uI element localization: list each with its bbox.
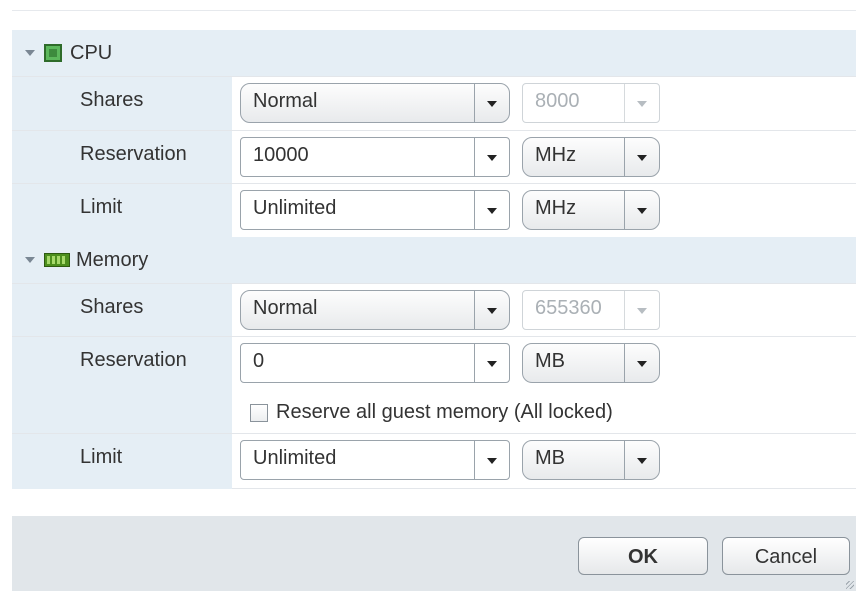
cpu-section-header[interactable]: CPU — [12, 30, 856, 76]
chevron-down-icon[interactable] — [474, 138, 509, 176]
memory-section-header[interactable]: Memory — [12, 237, 856, 283]
cpu-limit-unit-select[interactable]: MHz — [522, 190, 660, 230]
memory-shares-value: Normal — [253, 297, 318, 319]
memory-reservation-row: Reservation 0 MB Reserve all guest memor… — [12, 336, 856, 434]
cpu-shares-number-value: 8000 — [535, 90, 580, 112]
cancel-button[interactable]: Cancel — [722, 537, 850, 575]
cpu-reservation-label: Reservation — [12, 131, 232, 184]
memory-limit-unit: MB — [535, 447, 565, 469]
chevron-down-icon — [624, 84, 659, 122]
memory-shares-number-value: 655360 — [535, 297, 602, 319]
memory-limit-unit-select[interactable]: MB — [522, 440, 660, 480]
top-divider — [12, 10, 856, 11]
cpu-icon — [44, 44, 62, 62]
reserve-all-memory-checkbox[interactable] — [250, 403, 268, 422]
memory-reservation-input[interactable]: 0 — [240, 343, 510, 383]
cpu-limit-row: Limit Unlimited MHz — [12, 183, 856, 238]
chevron-down-icon[interactable] — [474, 344, 509, 382]
cpu-shares-row: Shares Normal 8000 — [12, 76, 856, 131]
cpu-reservation-row: Reservation 10000 MHz — [12, 130, 856, 184]
chevron-down-icon[interactable] — [474, 441, 509, 479]
dialog-footer: OK Cancel — [12, 516, 856, 591]
memory-limit-input[interactable]: Unlimited — [240, 440, 510, 480]
cpu-limit-input[interactable]: Unlimited — [240, 190, 510, 230]
chevron-down-icon[interactable] — [624, 138, 659, 176]
cpu-shares-value: Normal — [253, 90, 318, 112]
memory-limit-label: Limit — [12, 434, 232, 489]
cpu-reservation-unit-select[interactable]: MHz — [522, 137, 660, 177]
cpu-limit-label: Limit — [12, 184, 232, 238]
memory-shares-label: Shares — [12, 284, 232, 337]
reserve-all-memory-label[interactable]: Reserve all guest memory (All locked) — [276, 401, 613, 424]
resources-panel: CPU Shares Normal 8000 Reservation 10000… — [12, 30, 856, 489]
memory-reservation-unit: MB — [535, 350, 565, 372]
chevron-down-icon[interactable] — [624, 344, 659, 382]
chevron-down-icon[interactable] — [624, 441, 659, 479]
cpu-shares-label: Shares — [12, 77, 232, 131]
collapse-caret-icon[interactable] — [25, 257, 35, 263]
reserve-all-memory-option[interactable]: Reserve all guest memory (All locked) — [250, 401, 613, 424]
collapse-caret-icon[interactable] — [25, 50, 35, 56]
cpu-shares-select[interactable]: Normal — [240, 83, 510, 123]
memory-shares-row: Shares Normal 655360 — [12, 283, 856, 337]
resize-grip-icon[interactable] — [846, 581, 854, 589]
cpu-reservation-input[interactable]: 10000 — [240, 137, 510, 177]
memory-section-title: Memory — [76, 248, 149, 271]
cpu-reservation-value: 10000 — [253, 144, 309, 166]
cpu-reservation-unit: MHz — [535, 144, 577, 166]
cpu-section-title: CPU — [70, 41, 113, 64]
chevron-down-icon[interactable] — [624, 191, 659, 229]
chevron-down-icon[interactable] — [474, 84, 509, 122]
cpu-shares-number: 8000 — [522, 83, 660, 123]
cpu-limit-unit: MHz — [535, 197, 577, 219]
chevron-down-icon[interactable] — [474, 291, 509, 329]
ok-button[interactable]: OK — [578, 537, 708, 575]
memory-reservation-label: Reservation — [12, 337, 232, 434]
memory-reservation-value: 0 — [253, 350, 265, 372]
memory-limit-row: Limit Unlimited MB — [12, 433, 856, 489]
memory-limit-value: Unlimited — [253, 447, 337, 469]
memory-shares-number: 655360 — [522, 290, 660, 330]
cpu-limit-value: Unlimited — [253, 197, 337, 219]
memory-icon — [44, 253, 70, 267]
memory-reservation-unit-select[interactable]: MB — [522, 343, 660, 383]
chevron-down-icon — [624, 291, 659, 329]
memory-shares-select[interactable]: Normal — [240, 290, 510, 330]
chevron-down-icon[interactable] — [474, 191, 509, 229]
